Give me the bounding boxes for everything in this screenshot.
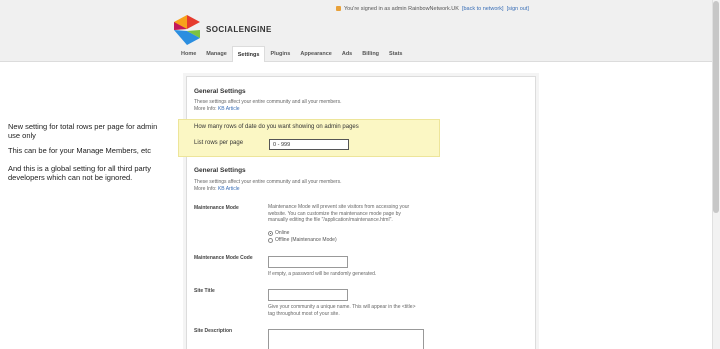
general-more-info-label: More Info:	[194, 186, 217, 192]
kb-article-link[interactable]: KB Article	[218, 106, 240, 112]
tab-billing[interactable]: Billing	[357, 46, 384, 62]
annotation-rows-setting: New setting for total rows per page for …	[8, 122, 158, 140]
tab-plugins[interactable]: Plugins	[265, 46, 295, 62]
socialengine-logo-icon[interactable]	[174, 15, 200, 45]
admin-nav: Home Manage Settings Plugins Appearance …	[176, 46, 408, 62]
tab-appearance[interactable]: Appearance	[295, 46, 337, 62]
radio-offline[interactable]	[268, 237, 273, 243]
brand-name: SOCIALENGINE	[206, 25, 272, 34]
radio-online[interactable]	[268, 230, 273, 236]
rows-question-text: How many rows of date do you want showin…	[194, 124, 359, 130]
maintenance-code-label: Maintenance Mode Code	[194, 255, 253, 261]
tab-settings[interactable]: Settings	[231, 46, 266, 62]
radio-offline-label: Offline (Maintenance Mode)	[275, 237, 337, 243]
site-title-label: Site Title	[194, 288, 215, 294]
radio-offline-row[interactable]: Offline (Maintenance Mode)	[268, 237, 337, 243]
scrollbar-thumb[interactable]	[713, 1, 719, 213]
general-desc-text: These settings affect your entire commun…	[194, 179, 342, 185]
tab-ads[interactable]: Ads	[337, 46, 357, 62]
section-description: These settings affect your entire commun…	[194, 99, 394, 113]
page-scrollbar[interactable]	[712, 0, 720, 349]
general-settings-title: General Settings	[194, 167, 246, 174]
general-kb-article-link[interactable]: KB Article	[218, 186, 240, 192]
list-rows-input[interactable]: 0 - 999	[269, 139, 349, 150]
annotation-global-setting: And this is a global setting for all thi…	[8, 164, 151, 182]
sign-out-link[interactable]: [sign out]	[507, 6, 529, 12]
site-title-help: Give your community a unique name. This …	[268, 304, 416, 317]
lock-icon	[336, 6, 341, 11]
list-rows-label: List rows per page	[194, 140, 244, 146]
maintenance-code-help: If empty, a password will be randomly ge…	[268, 271, 377, 277]
section-desc-text: These settings affect your entire commun…	[194, 99, 342, 105]
tab-home[interactable]: Home	[176, 46, 201, 62]
more-info-label: More Info:	[194, 106, 217, 112]
site-description-textarea[interactable]	[268, 329, 424, 349]
back-to-network-link[interactable]: [back to network]	[462, 6, 504, 12]
tab-stats[interactable]: Stats	[384, 46, 407, 62]
maintenance-mode-help: Maintenance Mode will prevent site visit…	[268, 204, 410, 223]
radio-online-row[interactable]: Online	[268, 230, 289, 236]
tab-manage[interactable]: Manage	[201, 46, 231, 62]
section-title: General Settings	[194, 88, 246, 95]
maintenance-code-input[interactable]	[268, 256, 348, 268]
radio-online-label: Online	[275, 230, 290, 236]
site-description-label: Site Description	[194, 328, 233, 334]
user-bar: You're signed in as admin RainbowNetwork…	[336, 6, 529, 12]
annotation-manage-members: This can be for your Manage Members, etc	[8, 146, 151, 155]
signed-in-text: You're signed in as admin RainbowNetwork…	[344, 6, 459, 12]
maintenance-mode-label: Maintenance Mode	[194, 205, 239, 211]
general-settings-description: These settings affect your entire commun…	[194, 179, 394, 193]
site-title-input[interactable]	[268, 289, 348, 301]
